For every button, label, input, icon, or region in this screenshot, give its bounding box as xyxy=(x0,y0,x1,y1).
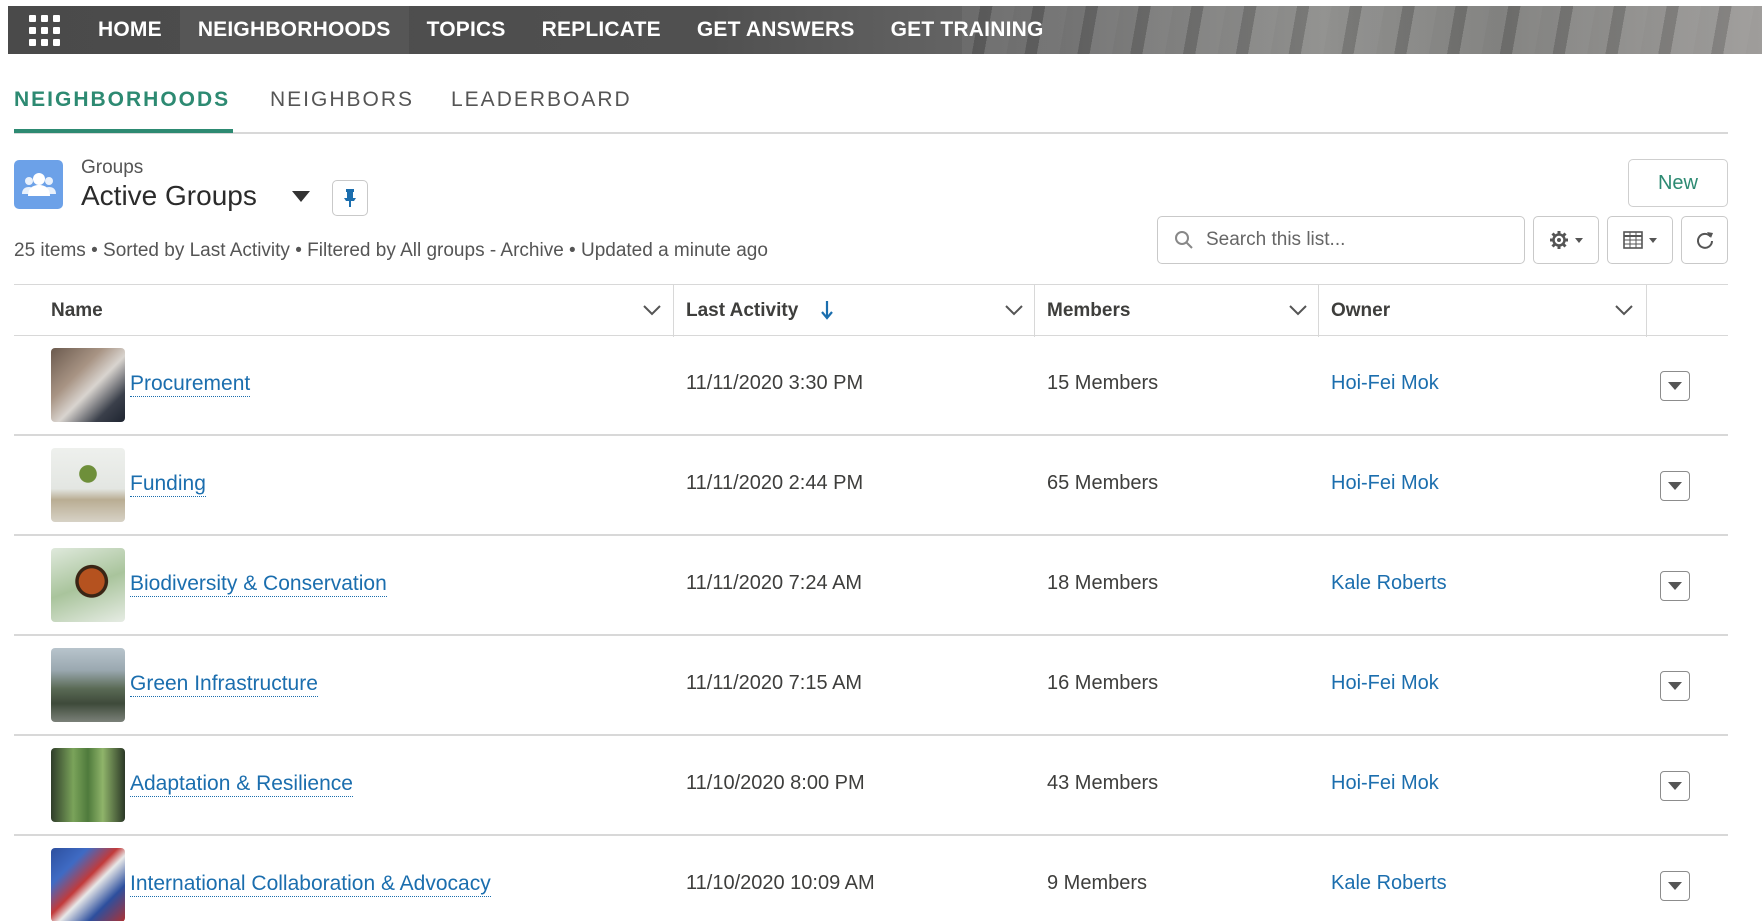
owner-link[interactable]: Kale Roberts xyxy=(1331,572,1447,595)
members-cell: 15 Members xyxy=(1047,372,1159,394)
list-meta-info: 25 items • Sorted by Last Activity • Fil… xyxy=(14,240,768,261)
pin-list-button[interactable] xyxy=(332,180,368,216)
chevron-down-icon xyxy=(1668,882,1682,890)
chevron-down-icon xyxy=(1668,382,1682,390)
nav-background-image xyxy=(962,6,1762,54)
nav-replicate[interactable]: REPLICATE xyxy=(524,6,679,54)
row-actions-button[interactable] xyxy=(1660,771,1690,801)
tab-neighbors[interactable]: NEIGHBORS xyxy=(270,88,414,112)
members-cell: 18 Members xyxy=(1047,572,1159,594)
sort-descending-icon xyxy=(821,301,833,320)
group-thumbnail-image xyxy=(51,748,125,822)
table-row: Green Infrastructure 11/11/2020 7:15 AM … xyxy=(14,636,1728,736)
groups-table: Name Last Activity Members Owner Procure… xyxy=(14,284,1728,921)
chevron-down-icon[interactable] xyxy=(1004,303,1024,317)
active-tab-indicator xyxy=(14,129,233,133)
row-actions-button[interactable] xyxy=(1660,371,1690,401)
table-row: Procurement 11/11/2020 3:30 PM 15 Member… xyxy=(14,336,1728,436)
row-actions-button[interactable] xyxy=(1660,471,1690,501)
chevron-down-icon[interactable] xyxy=(642,303,662,317)
members-cell: 9 Members xyxy=(1047,872,1148,894)
group-thumbnail-image xyxy=(51,348,125,422)
chevron-down-icon[interactable] xyxy=(1614,303,1634,317)
group-name-link[interactable]: Procurement xyxy=(130,372,251,397)
last-activity-cell: 11/10/2020 10:09 AM xyxy=(686,872,875,894)
tab-leaderboard[interactable]: LEADERBOARD xyxy=(451,88,632,112)
groups-icon xyxy=(14,160,63,209)
search-input[interactable] xyxy=(1206,229,1506,251)
column-header-name[interactable]: Name xyxy=(51,285,103,337)
owner-link[interactable]: Hoi-Fei Mok xyxy=(1331,472,1439,495)
last-activity-cell: 11/10/2020 8:00 PM xyxy=(686,772,865,794)
table-header: Name Last Activity Members Owner xyxy=(14,284,1728,337)
group-thumbnail-image xyxy=(51,848,125,921)
refresh-icon xyxy=(1696,232,1713,249)
object-label: Groups xyxy=(81,157,144,178)
row-actions-button[interactable] xyxy=(1660,671,1690,701)
chevron-down-icon xyxy=(1668,682,1682,690)
group-thumbnail-image xyxy=(51,448,125,522)
column-header-members[interactable]: Members xyxy=(1047,285,1130,337)
owner-link[interactable]: Hoi-Fei Mok xyxy=(1331,372,1439,395)
last-activity-cell: 11/11/2020 2:44 PM xyxy=(686,472,864,494)
last-activity-cell: 11/11/2020 7:24 AM xyxy=(686,572,863,594)
list-view-title[interactable]: Active Groups xyxy=(81,180,257,212)
group-name-link[interactable]: International Collaboration & Advocacy xyxy=(130,872,491,897)
owner-link[interactable]: Hoi-Fei Mok xyxy=(1331,672,1439,695)
nav-topics[interactable]: TOPICS xyxy=(409,6,524,54)
group-thumbnail-image xyxy=(51,648,125,722)
refresh-button[interactable] xyxy=(1681,216,1728,264)
search-icon xyxy=(1175,231,1193,249)
owner-link[interactable]: Hoi-Fei Mok xyxy=(1331,772,1439,795)
list-view-switcher-icon[interactable] xyxy=(292,191,310,202)
table-row: Biodiversity & Conservation 11/11/2020 7… xyxy=(14,536,1728,636)
table-row: International Collaboration & Advocacy 1… xyxy=(14,836,1728,921)
app-launcher-icon[interactable] xyxy=(8,6,80,54)
members-cell: 65 Members xyxy=(1047,472,1159,494)
chevron-down-icon xyxy=(1649,237,1657,243)
list-settings-button[interactable] xyxy=(1533,216,1599,264)
group-name-link[interactable]: Biodiversity & Conservation xyxy=(130,572,387,597)
members-cell: 43 Members xyxy=(1047,772,1159,794)
group-name-link[interactable]: Funding xyxy=(130,472,206,497)
row-actions-button[interactable] xyxy=(1660,871,1690,901)
column-header-last-activity[interactable]: Last Activity xyxy=(686,285,798,337)
tab-neighborhoods[interactable]: NEIGHBORHOODS xyxy=(14,88,230,112)
display-as-button[interactable] xyxy=(1607,216,1673,264)
nav-get-training[interactable]: GET TRAINING xyxy=(873,6,1062,54)
chevron-down-icon xyxy=(1668,582,1682,590)
top-nav: HOME NEIGHBORHOODS TOPICS REPLICATE GET … xyxy=(8,6,1762,54)
nav-home[interactable]: HOME xyxy=(80,6,180,54)
owner-link[interactable]: Kale Roberts xyxy=(1331,872,1447,895)
group-name-link[interactable]: Adaptation & Resilience xyxy=(130,772,353,797)
row-actions-button[interactable] xyxy=(1660,571,1690,601)
group-name-link[interactable]: Green Infrastructure xyxy=(130,672,318,697)
search-list[interactable] xyxy=(1157,216,1525,264)
chevron-down-icon xyxy=(1575,237,1583,243)
pin-icon xyxy=(344,189,356,207)
nav-neighborhoods[interactable]: NEIGHBORHOODS xyxy=(179,6,409,54)
table-row: Funding 11/11/2020 2:44 PM 65 Members Ho… xyxy=(14,436,1728,536)
table-row: Adaptation & Resilience 11/10/2020 8:00 … xyxy=(14,736,1728,836)
members-cell: 16 Members xyxy=(1047,672,1159,694)
gear-icon xyxy=(1550,231,1568,249)
last-activity-cell: 11/11/2020 3:30 PM xyxy=(686,372,864,394)
nav-get-answers[interactable]: GET ANSWERS xyxy=(679,6,873,54)
column-header-owner[interactable]: Owner xyxy=(1331,285,1390,337)
table-icon xyxy=(1623,231,1643,249)
group-thumbnail-image xyxy=(51,548,125,622)
sub-tabs: NEIGHBORHOODS NEIGHBORS LEADERBOARD xyxy=(14,82,1728,134)
chevron-down-icon xyxy=(1668,482,1682,490)
chevron-down-icon xyxy=(1668,782,1682,790)
chevron-down-icon[interactable] xyxy=(1288,303,1308,317)
new-button[interactable]: New xyxy=(1628,159,1728,207)
last-activity-cell: 11/11/2020 7:15 AM xyxy=(686,672,863,694)
